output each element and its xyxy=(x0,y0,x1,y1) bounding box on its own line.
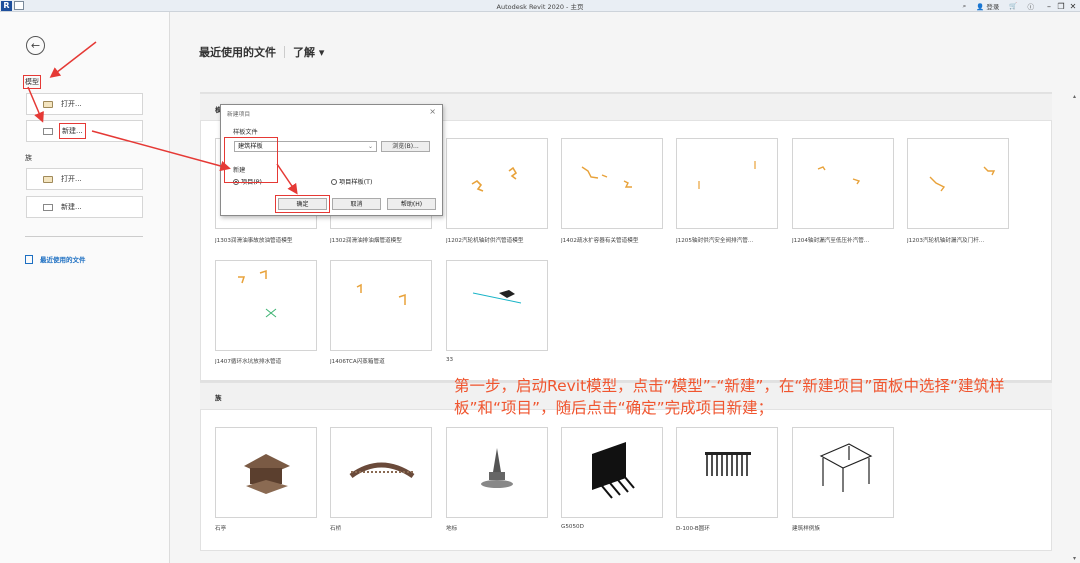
help-button[interactable]: ⓘ? xyxy=(1028,1,1035,11)
dialog-title: 新建项目 xyxy=(227,112,251,118)
model-label: J1407循环水坑放排水管道 xyxy=(215,359,282,365)
minimize-icon[interactable]: – xyxy=(1044,2,1054,11)
page-header: 最近使用的文件 了解 ▾ xyxy=(199,44,324,60)
model-thumbnail xyxy=(817,166,861,185)
cancel-button[interactable]: 取消 xyxy=(332,198,381,210)
dialog-close-icon[interactable]: × xyxy=(429,107,436,116)
model-thumbnail xyxy=(581,166,632,188)
bridge-thumbnail xyxy=(349,462,415,479)
model-label: J1402疏水扩容器有关管道模型 xyxy=(561,238,639,244)
ring-thumbnail xyxy=(705,452,751,476)
header-divider xyxy=(284,46,285,58)
close-icon[interactable]: ✕ xyxy=(1068,2,1078,11)
radio-project-template[interactable]: 项目样板(T) xyxy=(331,177,372,186)
family-label: 地标 xyxy=(446,526,458,532)
highlight-ok-button xyxy=(275,195,330,213)
recent-files-link[interactable]: 最近使用的文件 xyxy=(25,254,86,264)
folder-open-icon xyxy=(43,100,53,108)
scroll-up-icon[interactable]: ▴ xyxy=(1071,93,1078,100)
browse-button[interactable]: 浏览(B)... xyxy=(381,141,430,152)
model-label: J1203汽轮机轴封漏汽及门杆... xyxy=(907,238,985,244)
sidebar-divider xyxy=(25,236,143,237)
family-tile[interactable] xyxy=(792,427,894,518)
family-label: G5050D xyxy=(561,524,584,530)
new-project-dialog: 新建项目 × 样板文件 建筑样板 ⌄ 浏览(B)... 新建 项目(P) 项目样… xyxy=(220,104,443,216)
restore-icon[interactable]: ❐ xyxy=(1056,2,1066,11)
title-bar: R Autodesk Revit 2020 - 主页 ⌕ 👤 登录 🛒 ⓘ? –… xyxy=(0,0,1080,12)
families-section-title: 族 xyxy=(215,394,222,402)
model-open-label: 打开... xyxy=(61,100,82,108)
model-tile[interactable] xyxy=(676,138,778,229)
cart-icon[interactable]: 🛒 xyxy=(1009,2,1017,10)
back-arrow-icon[interactable]: ← xyxy=(26,36,45,55)
page-title: 最近使用的文件 xyxy=(199,46,276,59)
sidebar: ← 模型 打开... 新建... 族 打开... 新建... 最近使用的文件 xyxy=(0,12,170,563)
family-label: 建筑样例族 xyxy=(792,526,820,532)
new-file-icon xyxy=(43,127,53,135)
model-thumbnail xyxy=(471,166,518,192)
folder-open-icon xyxy=(43,175,53,183)
family-new-button[interactable]: 新建... xyxy=(26,196,143,218)
model-tile[interactable] xyxy=(792,138,894,229)
family-label: D-100-B圆环 xyxy=(676,526,710,532)
family-tile[interactable] xyxy=(215,427,317,518)
family-section-label: 族 xyxy=(25,154,32,162)
scroll-down-icon[interactable]: ▾ xyxy=(1071,555,1078,562)
recent-files-label: 最近使用的文件 xyxy=(40,256,86,264)
family-open-label: 打开... xyxy=(61,175,82,183)
model-tile[interactable] xyxy=(446,260,548,351)
model-label: J1205轴封供汽安全阀排汽管... xyxy=(676,238,754,244)
model-open-button[interactable]: 打开... xyxy=(26,93,143,115)
family-new-label: 新建... xyxy=(61,203,82,211)
binoculars-icon[interactable]: ⌕ xyxy=(963,2,967,11)
model-thumbnail xyxy=(238,269,277,318)
model-label: J1303润滑油事故放油管道模型 xyxy=(215,238,293,244)
recent-files-icon xyxy=(25,254,33,264)
model-tile[interactable] xyxy=(446,138,548,229)
family-label: 石亭 xyxy=(215,526,227,532)
chevron-down-icon: ⌄ xyxy=(367,143,373,150)
family-tile[interactable] xyxy=(446,427,548,518)
model-label: J1202汽轮机轴封供汽管道模型 xyxy=(446,238,524,244)
model-tile[interactable] xyxy=(907,138,1009,229)
model-thumbnail xyxy=(356,283,406,305)
learn-dropdown[interactable]: 了解 ▾ xyxy=(293,44,324,60)
radio-template-label: 项目样板(T) xyxy=(339,179,373,186)
revit-logo-icon[interactable]: R xyxy=(1,0,12,11)
model-tile[interactable] xyxy=(330,260,432,351)
model-thumbnail xyxy=(472,290,522,304)
highlight-template-project xyxy=(224,137,278,183)
main-scrollbar[interactable]: ▴ ▾ xyxy=(1071,93,1078,562)
family-label: 石桥 xyxy=(330,526,342,532)
model-section-label: 模型 xyxy=(23,75,41,89)
window-title: Autodesk Revit 2020 - 主页 xyxy=(496,3,584,11)
model-label: J1406TCA闪蒸箱管道 xyxy=(330,359,385,365)
g5050d-thumbnail xyxy=(592,442,635,499)
model-tile[interactable] xyxy=(561,138,663,229)
template-group-label: 样板文件 xyxy=(233,129,258,136)
quick-access-icon[interactable] xyxy=(14,1,24,10)
family-open-button[interactable]: 打开... xyxy=(26,168,143,190)
family-tile[interactable] xyxy=(330,427,432,518)
model-new-label: 新建... xyxy=(59,123,86,139)
family-tile[interactable] xyxy=(676,427,778,518)
model-tile[interactable] xyxy=(215,260,317,351)
table-thumbnail xyxy=(819,443,873,492)
model-label: J1302润滑油排油烟管道模型 xyxy=(330,238,402,244)
model-label: 33 xyxy=(446,357,454,363)
help-button[interactable]: 帮助(H) xyxy=(387,198,436,210)
step-annotation: 第一步，启动Revit模型，点击“模型”-“新建”，在“新建项目”面板中选择“建… xyxy=(454,377,1005,417)
radio-unselected-icon xyxy=(331,178,337,185)
signin-label: 登录 xyxy=(986,3,1000,11)
model-thumbnail xyxy=(698,161,756,189)
learn-label: 了解 xyxy=(293,46,315,59)
pavilion-thumbnail xyxy=(244,454,290,494)
landmark-thumbnail xyxy=(481,448,513,488)
model-new-button[interactable]: 新建... xyxy=(26,120,143,142)
family-tile[interactable] xyxy=(561,427,663,518)
model-thumbnail xyxy=(929,166,996,192)
model-label: J1204轴封漏汽至低压补汽管... xyxy=(792,238,870,244)
new-file-icon xyxy=(43,203,53,211)
signin-button[interactable]: 👤 登录 xyxy=(976,1,999,11)
